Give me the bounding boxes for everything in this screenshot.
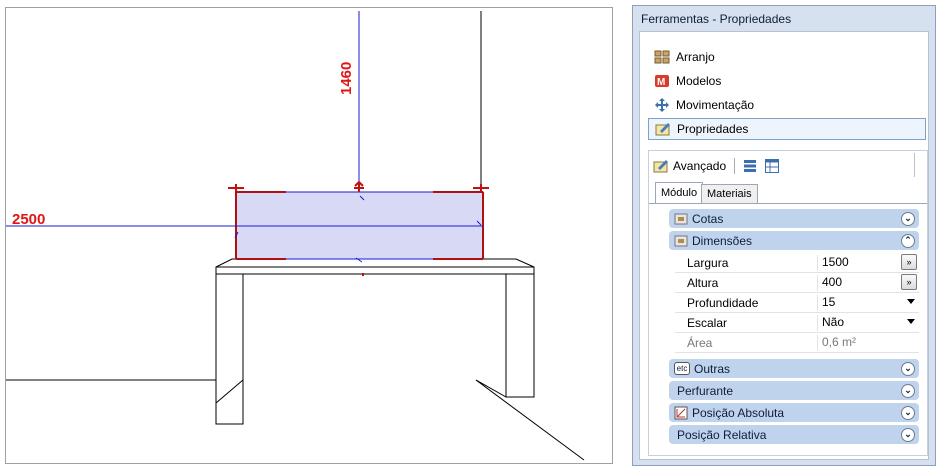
group-posicao-relativa-label: Posição Relativa xyxy=(677,427,767,442)
dimensions-ruler-icon xyxy=(674,212,688,226)
group-outras-label: Outras xyxy=(694,361,731,376)
profundidade-select[interactable]: 15 xyxy=(817,295,915,311)
advanced-label[interactable]: Avançado xyxy=(673,159,726,173)
dimensions-icon xyxy=(674,234,688,248)
group-cotas[interactable]: Cotas ⌄ xyxy=(669,209,919,228)
group-perfurante-label: Perfurante xyxy=(677,383,734,398)
panel-title: Ferramentas - Propriedades xyxy=(641,12,792,26)
nav-arranjo-label: Arranjo xyxy=(676,50,715,64)
prop-row-largura: Largura 1500 » xyxy=(675,253,919,273)
vertical-dimension-label: 1460 xyxy=(338,61,355,95)
position-icon xyxy=(674,406,688,420)
escalar-select[interactable]: Não xyxy=(817,315,915,331)
prop-name: Profundidade xyxy=(687,296,759,310)
dropdown-arrow-icon[interactable] xyxy=(907,299,915,304)
nav-propriedades-label: Propriedades xyxy=(677,122,749,136)
prop-name: Área xyxy=(687,336,713,350)
group-posicao-absoluta-label: Posição Absoluta xyxy=(692,405,785,420)
prop-row-escalar: Escalar Não xyxy=(675,313,919,333)
nav-arranjo[interactable]: Arranjo xyxy=(648,46,926,68)
advanced-icon xyxy=(653,158,669,174)
collapse-chevron-icon[interactable]: ⌃ xyxy=(901,233,915,248)
expand-chevron-icon[interactable]: ⌄ xyxy=(901,211,915,226)
tab-materiais[interactable]: Materiais xyxy=(701,184,758,203)
tab-modulo[interactable]: Módulo xyxy=(655,182,704,203)
nav-movimentacao-label: Movimentação xyxy=(676,98,755,112)
nav-propriedades[interactable]: Propriedades xyxy=(648,118,926,140)
expand-chevron-icon[interactable]: ⌄ xyxy=(901,361,915,376)
group-dimensoes-label: Dimensões xyxy=(692,233,753,248)
advanced-properties-section: Avançado Módulo Materiais Cotas ⌄ Dimens… xyxy=(648,150,928,456)
group-dimensoes[interactable]: Dimensões ⌃ xyxy=(669,231,919,250)
group-posicao-relativa[interactable]: Posição Relativa ⌄ xyxy=(669,425,919,444)
expand-chevron-icon[interactable]: ⌄ xyxy=(901,405,915,420)
expand-chevron-icon[interactable]: ⌄ xyxy=(901,427,915,442)
properties-icon xyxy=(655,121,671,137)
prop-row-profundidade: Profundidade 15 xyxy=(675,293,919,313)
nav-modelos[interactable]: M Modelos xyxy=(648,70,926,92)
group-posicao-absoluta[interactable]: Posição Absoluta ⌄ xyxy=(669,403,919,422)
prop-name: Escalar xyxy=(687,316,728,330)
arrangement-icon xyxy=(654,49,670,65)
tools-properties-panel: Ferramentas - Propriedades Arranjo M Mod… xyxy=(632,5,936,466)
design-viewport[interactable]: 2500 1460 xyxy=(5,7,613,464)
prop-name: Altura xyxy=(687,276,719,290)
categorized-view-icon[interactable] xyxy=(743,159,757,173)
largura-expand-button[interactable]: » xyxy=(901,254,917,270)
area-value: 0,6 m² xyxy=(817,335,915,351)
prop-row-area: Área 0,6 m² xyxy=(675,333,919,353)
prop-row-altura: Altura 400 » xyxy=(675,273,919,293)
grid-view-icon[interactable] xyxy=(765,159,780,173)
svg-text:M: M xyxy=(657,77,665,88)
advanced-toolbar: Avançado xyxy=(653,155,780,177)
scene-drawing xyxy=(6,11,585,461)
group-perfurante[interactable]: Perfurante ⌄ xyxy=(669,381,919,400)
nav-movimentacao[interactable]: Movimentação xyxy=(648,94,926,116)
group-outras[interactable]: etc Outras ⌄ xyxy=(669,359,919,378)
dropdown-arrow-icon[interactable] xyxy=(907,319,915,324)
etc-icon: etc xyxy=(674,362,690,375)
panel-content: Arranjo M Modelos Movimentação Proprieda… xyxy=(639,31,929,460)
horizontal-dimension-label: 2500 xyxy=(12,211,46,228)
altura-expand-button[interactable]: » xyxy=(901,274,917,290)
models-icon: M xyxy=(654,73,670,89)
group-cotas-label: Cotas xyxy=(692,211,724,226)
prop-name: Largura xyxy=(687,256,729,270)
nav-modelos-label: Modelos xyxy=(676,74,722,88)
move-icon xyxy=(654,97,670,113)
expand-chevron-icon[interactable]: ⌄ xyxy=(901,383,915,398)
